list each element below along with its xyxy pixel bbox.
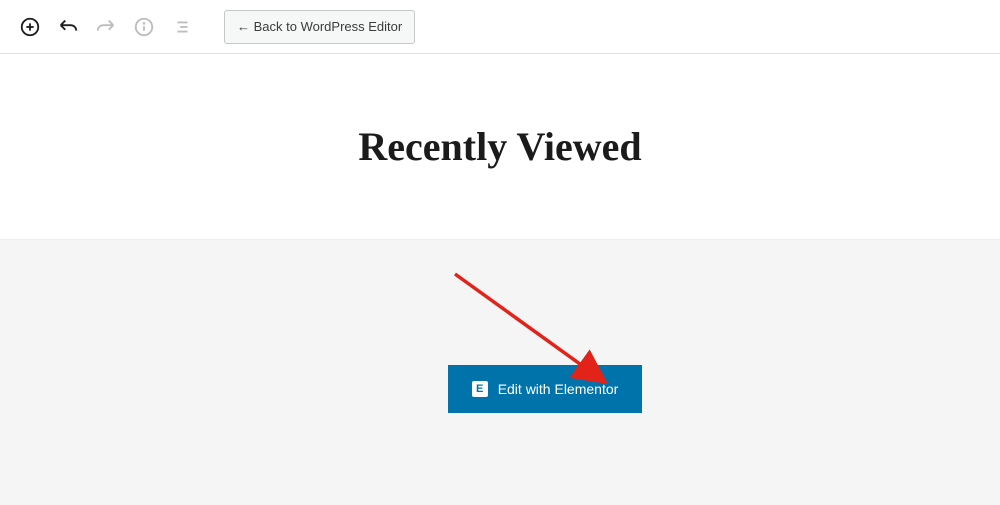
back-button-label: ← Back to WordPress Editor: [237, 19, 402, 34]
outline-icon[interactable]: [166, 11, 198, 43]
edit-with-elementor-button[interactable]: E Edit with Elementor: [448, 365, 643, 413]
add-block-icon[interactable]: [14, 11, 46, 43]
editor-toolbar: ← Back to WordPress Editor: [0, 0, 1000, 54]
undo-icon[interactable]: [52, 11, 84, 43]
title-area: Recently Viewed: [0, 54, 1000, 240]
content-area: E Edit with Elementor: [0, 240, 1000, 505]
elementor-icon: E: [472, 381, 488, 397]
info-icon[interactable]: [128, 11, 160, 43]
redo-icon[interactable]: [90, 11, 122, 43]
back-to-wordpress-button[interactable]: ← Back to WordPress Editor: [224, 10, 415, 44]
elementor-button-label: Edit with Elementor: [498, 381, 619, 397]
page-title[interactable]: Recently Viewed: [358, 123, 641, 170]
